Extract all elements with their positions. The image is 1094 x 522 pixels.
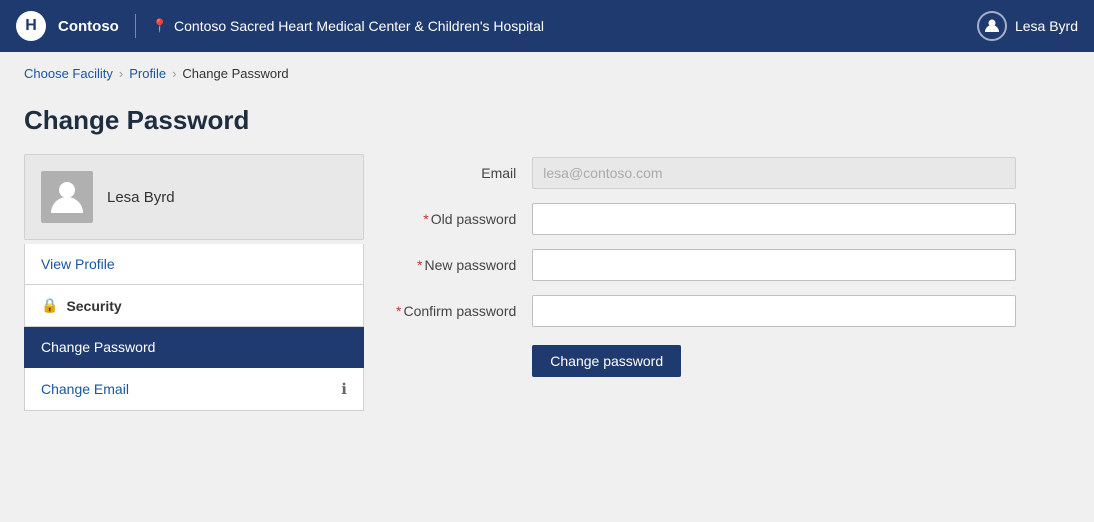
content-area: Choose Facility › Profile › Change Passw… — [0, 52, 1094, 522]
old-password-field[interactable] — [532, 203, 1016, 235]
sidebar: Change Password Lesa Byrd View Profile — [24, 105, 364, 498]
email-label: Email — [396, 165, 516, 181]
required-star-1: * — [423, 211, 428, 227]
avatar — [41, 171, 93, 223]
confirm-password-label: *Confirm password — [396, 303, 516, 319]
breadcrumb-sep-1: › — [119, 66, 123, 81]
form-grid: Email *Old password *New password *Confi — [396, 157, 1016, 377]
change-password-button[interactable]: Change password — [532, 345, 681, 377]
new-password-label: *New password — [396, 257, 516, 273]
sidebar-security-header: 🔒 Security — [24, 285, 364, 327]
info-icon: ℹ — [341, 380, 347, 398]
breadcrumb-sep-2: › — [172, 66, 176, 81]
facility-name: 📍 Contoso Sacred Heart Medical Center & … — [152, 18, 544, 34]
lock-icon: 🔒 — [41, 297, 58, 314]
change-password-label: Change Password — [41, 339, 155, 355]
main-container: Choose Facility › Profile › Change Passw… — [0, 52, 1094, 522]
header-left: H Contoso 📍 Contoso Sacred Heart Medical… — [16, 11, 544, 41]
page-title: Change Password — [24, 105, 364, 136]
required-star-2: * — [417, 257, 422, 273]
breadcrumb-current: Change Password — [182, 66, 288, 81]
form-btn-row: Change password — [532, 345, 1016, 377]
sidebar-item-change-email[interactable]: Change Email ℹ — [24, 368, 364, 411]
change-email-label: Change Email — [41, 381, 129, 397]
email-field — [532, 157, 1016, 189]
new-password-field[interactable] — [532, 249, 1016, 281]
breadcrumb: Choose Facility › Profile › Change Passw… — [0, 52, 1094, 89]
header-right[interactable]: Lesa Byrd — [977, 11, 1078, 41]
facility-label: Contoso Sacred Heart Medical Center & Ch… — [174, 18, 544, 34]
app-name: Contoso — [58, 18, 119, 35]
user-card: Lesa Byrd — [24, 154, 364, 240]
header-user-name: Lesa Byrd — [1015, 18, 1078, 34]
breadcrumb-choose-facility[interactable]: Choose Facility — [24, 66, 113, 81]
view-profile-label: View Profile — [41, 256, 115, 272]
page-content: Change Password Lesa Byrd View Profile — [0, 89, 1094, 522]
breadcrumb-profile[interactable]: Profile — [129, 66, 166, 81]
required-star-3: * — [396, 303, 401, 319]
security-label: Security — [66, 298, 121, 314]
user-avatar-icon[interactable] — [977, 11, 1007, 41]
location-icon: 📍 — [152, 18, 168, 34]
sidebar-item-view-profile[interactable]: View Profile — [24, 244, 364, 285]
header-divider — [135, 14, 136, 38]
form-area: Email *Old password *New password *Confi — [396, 105, 1070, 498]
header: H Contoso 📍 Contoso Sacred Heart Medical… — [0, 0, 1094, 52]
confirm-password-field[interactable] — [532, 295, 1016, 327]
sidebar-item-change-password[interactable]: Change Password — [24, 327, 364, 368]
app-logo: H — [16, 11, 46, 41]
old-password-label: *Old password — [396, 211, 516, 227]
sidebar-user-name: Lesa Byrd — [107, 189, 175, 206]
